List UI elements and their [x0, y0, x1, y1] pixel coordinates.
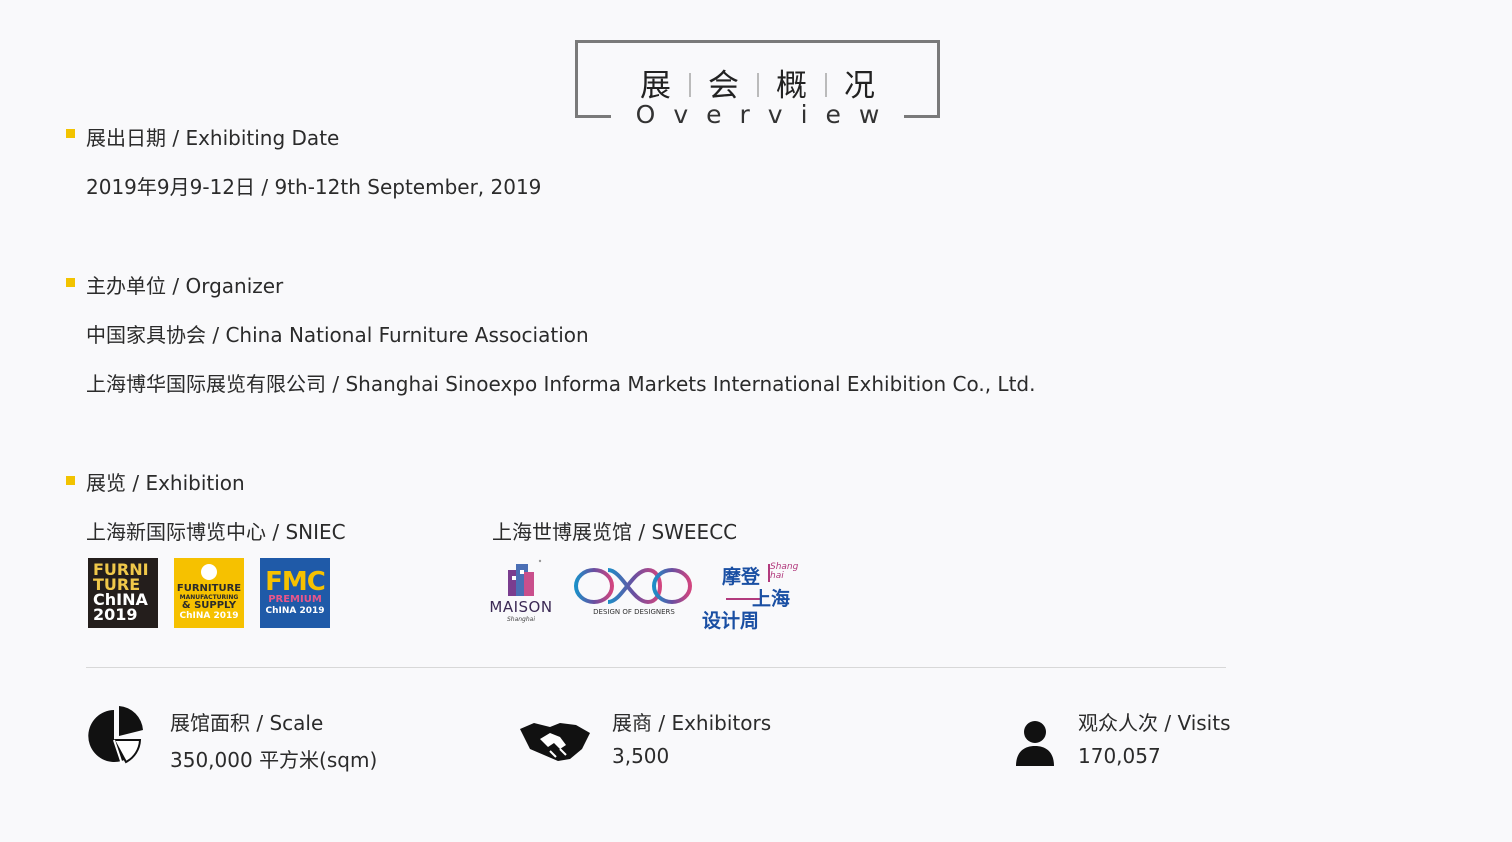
organizer-heading: 主办单位 / Organizer — [86, 274, 284, 298]
bullet-organizer — [66, 278, 75, 287]
maison-logo: MAISON Shanghai — [486, 558, 556, 632]
page-title-en: Overview — [635, 100, 898, 129]
title-char: 会 — [708, 68, 739, 104]
bullet-exhibition — [66, 476, 75, 485]
design-of-designers-logo: DESIGN OF DESIGNERS — [572, 562, 696, 622]
divider — [86, 667, 1226, 668]
stat-label-scale: 展馆面积 / Scale — [170, 711, 324, 735]
title-char: 展 — [640, 68, 671, 104]
date-value: 2019年9月9-12日 / 9th-12th September, 2019 — [86, 175, 542, 199]
date-heading: 展出日期 / Exhibiting Date — [86, 126, 340, 150]
venue-sweecc: 上海世博展览馆 / SWEECC — [492, 520, 738, 544]
furniture-china-logo: FURNI TURE ChINA 2019 — [88, 558, 158, 628]
fmc-logo: FURNITURE MANUFACTURING & SUPPLY ChINA 2… — [174, 558, 244, 628]
organizer-line: 上海博华国际展览有限公司 / Shanghai Sinoexpo Informa… — [86, 372, 1036, 396]
venue-sniec: 上海新国际博览中心 / SNIEC — [86, 520, 346, 544]
bullet-date — [66, 129, 75, 138]
page-title-cn: 展会概况 — [575, 60, 940, 105]
organizer-line: 中国家具协会 / China National Furniture Associ… — [86, 323, 589, 347]
title-char: 概 — [776, 68, 807, 104]
stat-label-exhibitors: 展商 / Exhibitors — [612, 711, 772, 735]
title-char: 况 — [844, 68, 875, 104]
modern-shanghai-design-week-logo: 摩登 Shang hai 上海 设计周 — [702, 562, 799, 633]
fmc-premium-logo: FMC PREMIUM ChINA 2019 — [260, 558, 330, 628]
pie-chart-icon — [86, 706, 144, 768]
stat-value-scale: 350,000 平方米(sqm) — [170, 748, 378, 772]
stat-label-visits: 观众人次 / Visits — [1078, 711, 1231, 735]
exhibition-heading: 展览 / Exhibition — [86, 471, 245, 495]
stat-value-exhibitors: 3,500 — [612, 744, 670, 768]
stat-value-visits: 170,057 — [1078, 744, 1161, 768]
handshake-icon — [520, 719, 590, 763]
person-icon — [1014, 720, 1056, 768]
